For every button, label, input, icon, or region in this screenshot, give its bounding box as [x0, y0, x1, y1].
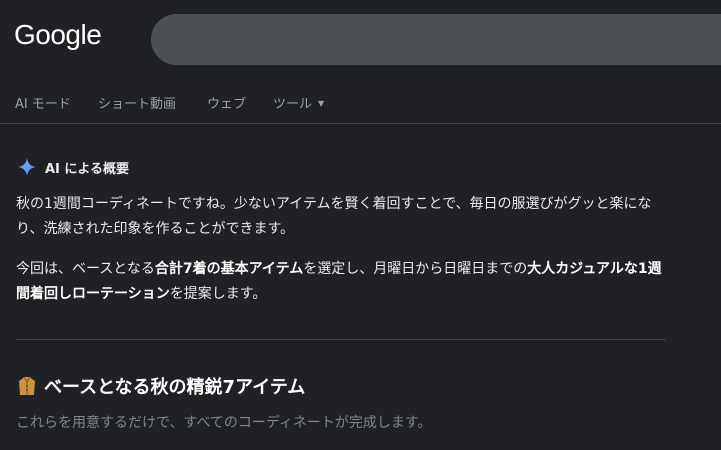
tab-short-videos[interactable]: ショート動画: [98, 93, 176, 112]
ai-spark-icon: [18, 158, 36, 176]
coat-icon: [19, 376, 35, 395]
paragraph-2-text-3: を提案します。: [169, 286, 267, 302]
ai-overview-title: AI による概要: [45, 161, 130, 177]
ai-overview-paragraph-1: 秋の1週間コーディネートですね。少ないアイテムを賢く着回すことで、毎日の服選びが…: [16, 196, 652, 237]
search-tabs: AI モード ショート動画 ウェブ ツール ▼: [0, 80, 721, 124]
paragraph-2-bold-1: 合計7着の基本アイテム: [154, 261, 304, 277]
paragraph-2-text-1: 今回は、ベースとなる: [16, 261, 155, 277]
section-title: ベースとなる秋の精鋭7アイテム: [44, 377, 306, 398]
search-input[interactable]: [151, 14, 721, 65]
tab-ai-mode[interactable]: AI モード: [15, 93, 71, 112]
tab-tools-label: ツール: [273, 97, 313, 112]
google-logo[interactable]: Google: [14, 19, 102, 51]
ai-overview-paragraph-2: 今回は、ベースとなる合計7着の基本アイテムを選定し、月曜日から日曜日までの大人カ…: [16, 257, 666, 307]
paragraph-2-text-2: を選定し、月曜日から日曜日までの: [303, 261, 528, 277]
header: Google: [0, 0, 721, 80]
caret-down-icon: ▼: [318, 99, 325, 108]
ai-overview-header: AI による概要: [17, 156, 129, 178]
tab-tools[interactable]: ツール ▼: [273, 93, 324, 112]
tab-web[interactable]: ウェブ: [207, 93, 246, 112]
section-divider: [16, 339, 666, 340]
section-header: ベースとなる秋の精鋭7アイテム: [16, 372, 305, 400]
section-subtitle: これらを用意するだけで、すべてのコーディネートが完成します。: [16, 415, 432, 431]
